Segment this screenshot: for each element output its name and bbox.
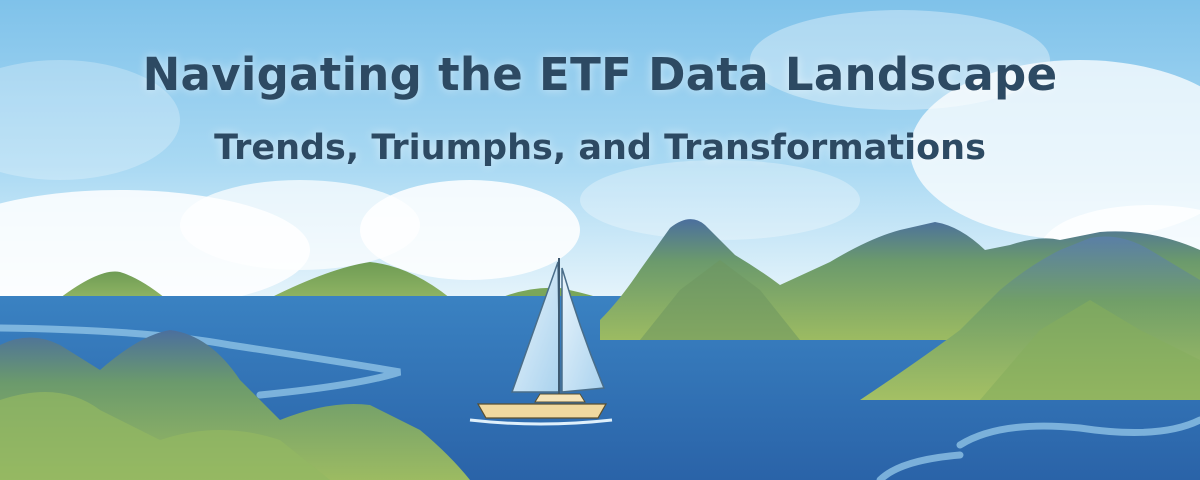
banner-subtitle: Trends, Triumphs, and Transformations [214, 128, 986, 168]
hero-banner: Navigating the ETF Data Landscape Trends… [0, 0, 1200, 480]
banner-heading: Navigating the ETF Data Landscape Trends… [0, 0, 1200, 200]
banner-title: Navigating the ETF Data Landscape [142, 48, 1058, 101]
